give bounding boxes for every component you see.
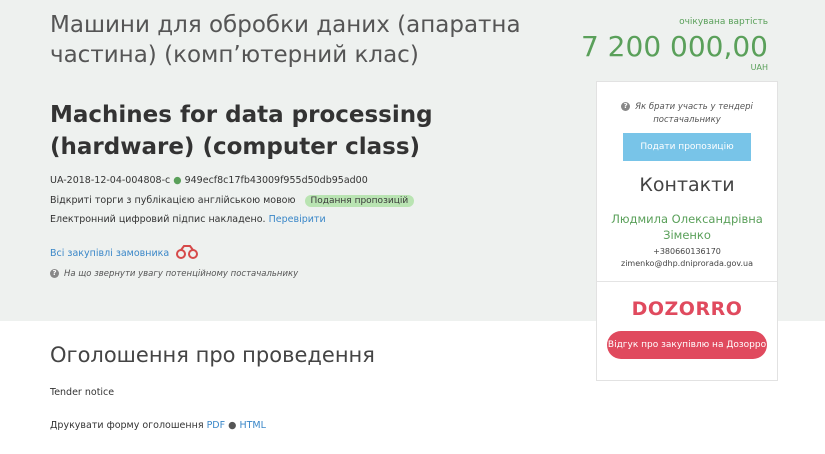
print-separator: ● <box>228 420 237 431</box>
supplier-hint-text: На що звернути увагу потенційному постач… <box>64 269 299 279</box>
print-form-line: Друкувати форму оголошення PDF ● HTML <box>50 420 266 431</box>
signature-line: Електронний цифровий підпис накладено. П… <box>50 214 326 225</box>
participation-card: ? Як брати участь у тендері постачальнику… <box>596 81 778 381</box>
dozorro-logo: DOZORRO <box>631 298 743 320</box>
all-buyer-purchases-link[interactable]: Всі закупівлі замовника <box>50 248 169 259</box>
expected-value-amount: 7 200 000,00 <box>580 30 768 63</box>
verify-signature-link[interactable]: Перевірити <box>269 214 326 225</box>
contact-name: Людмила Олександрівна Зіменко <box>611 212 763 242</box>
tender-hash: 949ecf8c17fb43009f955d50db95ad00 <box>184 175 368 186</box>
contact-phone: +380660136170 <box>653 247 721 256</box>
tender-title-en: Machines for data processing (hardware) … <box>50 102 433 160</box>
question-icon: ? <box>50 269 59 278</box>
expected-value-currency: UAH <box>750 63 768 72</box>
print-form-label: Друкувати форму оголошення <box>50 420 204 431</box>
tender-title-ua: Машини для обробки даних (апаратна части… <box>50 12 521 68</box>
expected-value-label: очікувана вартість <box>679 17 768 27</box>
how-to-participate-link[interactable]: ? Як брати участь у тендері постачальнику <box>597 101 777 127</box>
hash-separator: ● <box>173 175 182 186</box>
procedure-line: Відкриті торги з публікацією англійською… <box>50 195 415 207</box>
dozorro-feedback-button[interactable]: Відгук про закупівлю на Дозорро <box>607 331 767 359</box>
announcement-heading: Оголошення про проведення <box>50 343 375 367</box>
supplier-hint[interactable]: ? На що звернути увагу потенційному поста… <box>50 269 298 279</box>
card-divider <box>597 281 777 282</box>
tender-id-line: UA-2018-12-04-004808-c ● 949ecf8c17fb430… <box>50 175 368 186</box>
print-pdf-link[interactable]: PDF <box>207 420 226 431</box>
procedure-type: Відкриті торги з публікацією англійською… <box>50 195 296 206</box>
question-icon: ? <box>621 102 631 111</box>
status-badge: Подання пропозицій <box>304 195 415 207</box>
signature-text: Електронний цифровий підпис накладено. <box>50 214 266 225</box>
how-to-participate-text: Як брати участь у тендері постачальнику <box>635 102 753 125</box>
contact-email: zimenko@dhp.dniprorada.gov.ua <box>621 259 753 268</box>
tender-notice-label: Tender notice <box>50 387 115 398</box>
contacts-heading: Контакти <box>639 174 735 196</box>
submit-proposal-button[interactable]: Подати пропозицію <box>623 133 751 161</box>
tender-id: UA-2018-12-04-004808-c <box>50 175 171 186</box>
print-html-link[interactable]: HTML <box>239 420 265 431</box>
binoculars-icon[interactable] <box>176 245 198 262</box>
